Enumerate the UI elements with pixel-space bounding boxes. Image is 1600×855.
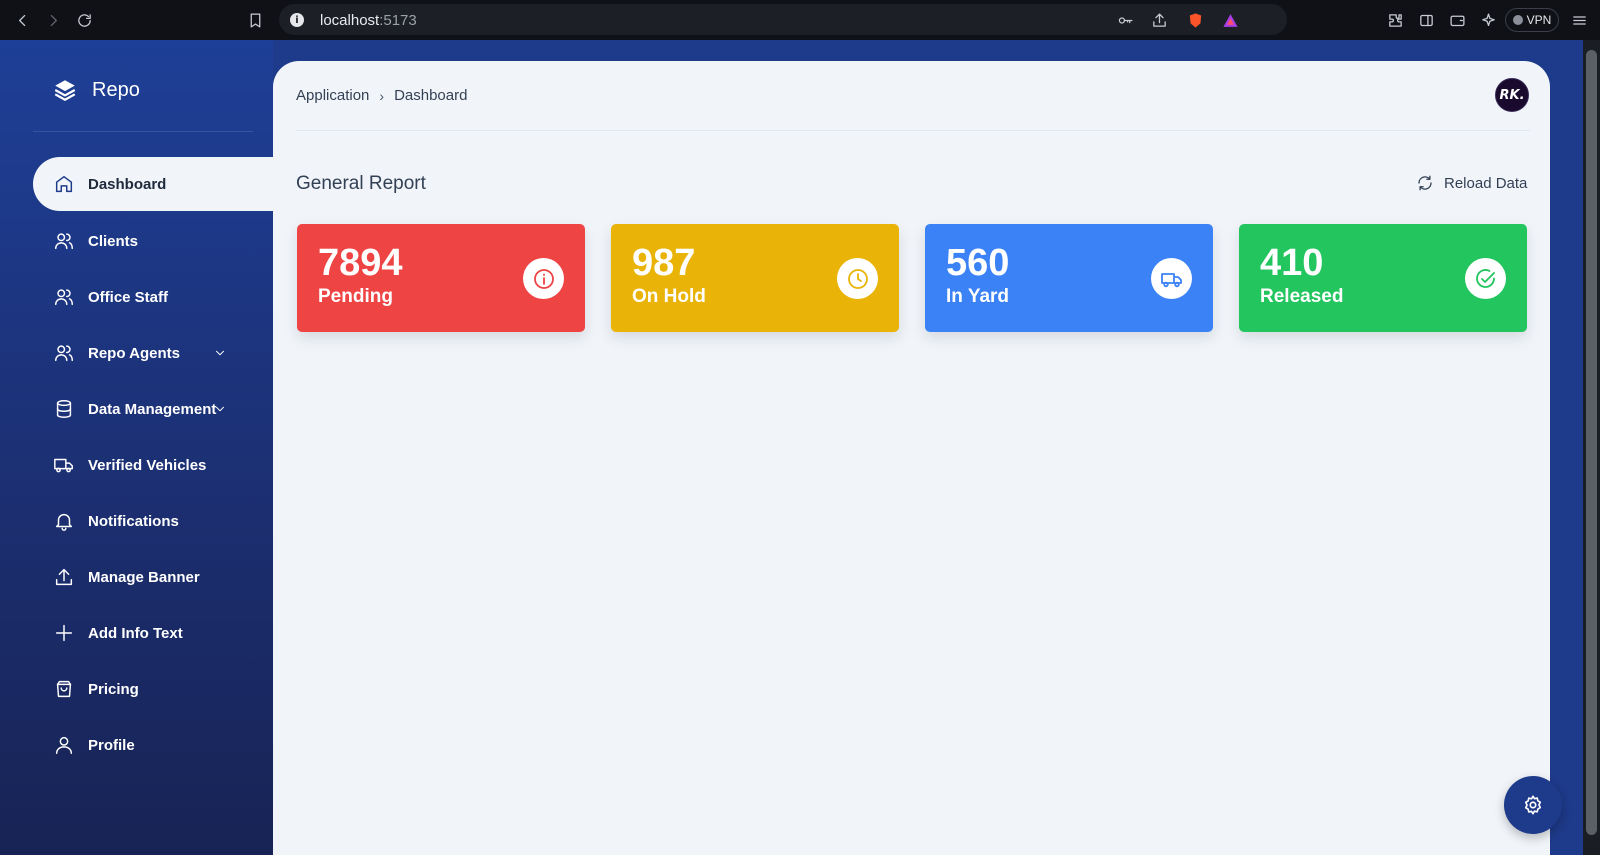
sidebar-item-add-info-text[interactable]: Add Info Text [33,605,273,661]
brand-divider [33,131,253,132]
info-icon [523,258,564,299]
sidebar-item-clients[interactable]: Clients [33,213,273,269]
brave-shield-icon[interactable] [1184,9,1206,31]
back-icon[interactable] [11,9,33,31]
sidebar-item-label: Manage Banner [88,568,200,586]
breadcrumb-separator-icon: › [379,87,385,104]
breadcrumb: Application › Dashboard [296,87,467,104]
database-icon [56,400,72,418]
sidebar-item-label: Profile [88,736,135,754]
sidebar-item-label: Office Staff [88,288,169,306]
settings-button[interactable] [1504,776,1562,834]
sidebar-toggle-icon[interactable] [1415,9,1437,31]
address-bar[interactable]: i localhost:5173 [279,4,1287,35]
stat-card-released[interactable]: 410 Released [1239,224,1527,332]
menu-icon[interactable] [1568,9,1590,31]
check-circle-icon [1465,258,1506,299]
stat-label: On Hold [632,286,706,307]
sidebar-item-verified-vehicles[interactable]: Verified Vehicles [33,437,273,493]
stat-cards: 7894 Pending 987 On Hold 560 In Yard 410… [297,224,1530,332]
sidebar: Repo Dashboard Clients Office Staff Repo… [0,40,273,855]
url-text[interactable]: localhost:5173 [320,12,417,29]
vpn-status-icon [1512,15,1523,25]
sidebar-item-dashboard[interactable]: Dashboard [33,157,273,211]
stat-card-in-yard[interactable]: 560 In Yard [925,224,1213,332]
page-scrollbar[interactable] [1583,40,1600,855]
stat-card-on-hold[interactable]: 987 On Hold [611,224,899,332]
avatar-initials: RK. [1499,87,1525,103]
main-content: Application › Dashboard RK. General Repo… [273,61,1550,855]
sidebar-item-label: Data Management [88,400,217,418]
brand-name: Repo [92,78,140,101]
refresh-icon [1418,175,1432,191]
chevron-down-icon[interactable] [213,346,227,360]
scrollbar-thumb[interactable] [1586,50,1597,835]
chevron-down-icon[interactable] [213,402,227,416]
wallet-icon[interactable] [1446,9,1468,31]
sidebar-item-repo-agents[interactable]: Repo Agents [33,325,273,381]
sidebar-item-office-staff[interactable]: Office Staff [33,269,273,325]
share-icon[interactable] [1148,9,1170,31]
shopping-bag-icon [56,680,72,698]
sidebar-item-manage-banner[interactable]: Manage Banner [33,549,273,605]
reload-icon[interactable] [73,9,95,31]
truck-icon [54,458,73,473]
browser-toolbar: i localhost:5173 VPN [0,0,1600,40]
extensions-icon[interactable] [1384,9,1406,31]
vpn-label: VPN [1526,13,1552,27]
plus-icon [55,624,73,642]
breadcrumb-root[interactable]: Application [296,87,369,104]
users-icon [55,233,73,250]
reload-data-label: Reload Data [1444,174,1528,192]
sidebar-menu: Dashboard Clients Office Staff Repo Agen… [33,157,273,773]
stat-label: In Yard [946,286,1010,307]
leo-ai-icon[interactable] [1477,9,1499,31]
header-divider [296,130,1530,131]
stat-label: Pending [318,286,393,307]
brave-rewards-icon[interactable] [1219,9,1241,31]
sidebar-item-label: Add Info Text [88,624,183,642]
sidebar-item-pricing[interactable]: Pricing [33,661,273,717]
sidebar-item-label: Notifications [88,512,179,530]
key-icon[interactable] [1114,9,1136,31]
reload-data-button[interactable]: Reload Data [1416,174,1527,192]
truck-icon [1151,258,1192,299]
vpn-button[interactable]: VPN [1505,8,1559,32]
sidebar-item-data-management[interactable]: Data Management [33,381,273,437]
sidebar-item-label: Pricing [88,680,139,698]
stat-card-pending[interactable]: 7894 Pending [297,224,585,332]
stat-value: 560 [946,242,1010,284]
home-icon [55,175,73,193]
avatar[interactable]: RK. [1495,78,1529,112]
sidebar-item-label: Clients [88,232,139,250]
sidebar-item-profile[interactable]: Profile [33,717,273,773]
brand[interactable]: Repo [52,77,140,103]
page-title: General Report [296,173,426,194]
stat-value: 987 [632,242,696,284]
users-icon [55,289,73,306]
users-icon [55,345,73,362]
breadcrumb-current: Dashboard [394,87,468,104]
sidebar-item-label: Repo Agents [88,344,180,362]
user-icon [55,736,73,754]
gear-icon [1524,795,1542,815]
upload-icon [55,568,73,586]
sidebar-item-label: Verified Vehicles [88,456,207,474]
stat-label: Released [1260,286,1344,307]
bookmark-icon[interactable] [244,9,266,31]
forward-icon[interactable] [42,9,64,31]
layers-icon [54,80,76,101]
clock-icon [837,258,878,299]
stat-value: 410 [1260,242,1324,284]
sidebar-item-label: Dashboard [88,175,167,193]
sidebar-item-notifications[interactable]: Notifications [33,493,273,549]
stat-value: 7894 [318,242,403,284]
site-info-icon[interactable]: i [290,13,304,27]
bell-icon [55,513,73,531]
